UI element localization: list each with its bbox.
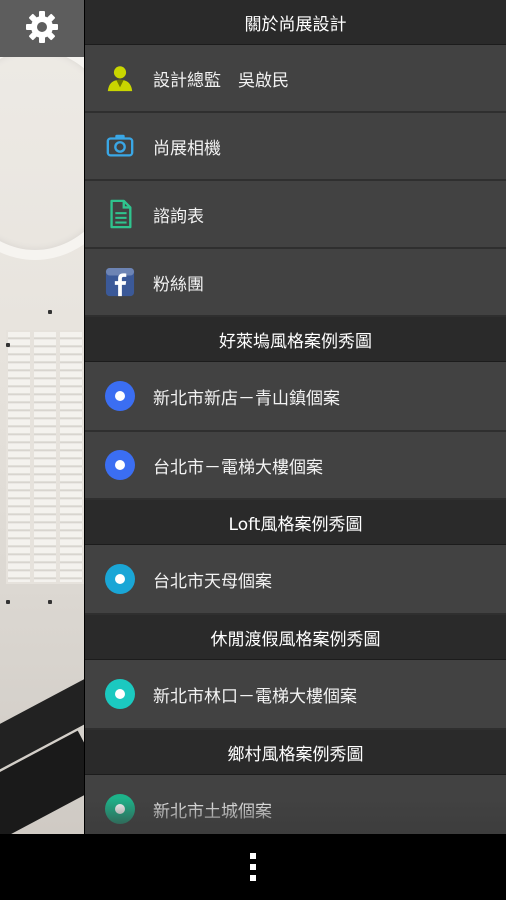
section-header-resort: 休閒渡假風格案例秀圖 (85, 615, 506, 660)
facebook-icon (104, 266, 136, 298)
menu-item-label: 新北市土城個案 (153, 801, 272, 822)
menu-item-label: 諮詢表 (153, 206, 204, 227)
menu-item-label: 尚展相機 (153, 138, 221, 159)
menu-item-inquiry-form[interactable]: 諮詢表 (85, 181, 506, 249)
section-header-about: 關於尚展設計 (85, 0, 506, 45)
menu-item-label: 台北市天母個案 (153, 571, 272, 592)
overflow-menu-button[interactable] (238, 847, 268, 887)
dot-green-icon (104, 793, 136, 825)
dot-icon (250, 875, 256, 881)
camera-icon (104, 130, 136, 162)
menu-item-xindian-case[interactable]: 新北市新店－青山鎮個案 (85, 362, 506, 432)
dot-blue-icon (104, 449, 136, 481)
menu-item-label: 設計總監 吳啟民 (153, 70, 289, 91)
app-screen: 關於尚展設計 設計總監 吳啟民 尚展相機 諮詢表 粉絲團 好萊塢風格案例秀圖 新… (0, 0, 506, 900)
section-header-country: 鄉村風格案例秀圖 (85, 730, 506, 775)
dot-icon (250, 853, 256, 859)
menu-item-taipei-elevator-case[interactable]: 台北市－電梯大樓個案 (85, 432, 506, 500)
menu-item-tucheng-case[interactable]: 新北市土城個案 (85, 775, 506, 834)
document-icon (104, 198, 136, 230)
dot-icon (250, 864, 256, 870)
settings-button[interactable] (0, 0, 84, 57)
system-nav-bar (0, 834, 506, 900)
menu-item-label: 新北市林口－電梯大樓個案 (153, 686, 357, 707)
section-header-loft: Loft風格案例秀圖 (85, 500, 506, 545)
navigation-drawer: 關於尚展設計 設計總監 吳啟民 尚展相機 諮詢表 粉絲團 好萊塢風格案例秀圖 新… (85, 0, 506, 834)
menu-item-tianmu-case[interactable]: 台北市天母個案 (85, 545, 506, 615)
gear-icon (24, 9, 60, 49)
menu-item-linkou-case[interactable]: 新北市林口－電梯大樓個案 (85, 660, 506, 730)
person-icon (104, 62, 136, 94)
menu-item-label: 粉絲團 (153, 274, 204, 295)
menu-item-director[interactable]: 設計總監 吳啟民 (85, 45, 506, 113)
menu-item-camera[interactable]: 尚展相機 (85, 113, 506, 181)
menu-item-fan-page[interactable]: 粉絲團 (85, 249, 506, 317)
section-header-hollywood: 好萊塢風格案例秀圖 (85, 317, 506, 362)
dot-cyan-icon (104, 563, 136, 595)
menu-item-label: 台北市－電梯大樓個案 (153, 457, 323, 478)
background-photo (0, 0, 84, 834)
menu-item-label: 新北市新店－青山鎮個案 (153, 388, 340, 409)
dot-blue-icon (104, 380, 136, 412)
dot-teal-icon (104, 678, 136, 710)
